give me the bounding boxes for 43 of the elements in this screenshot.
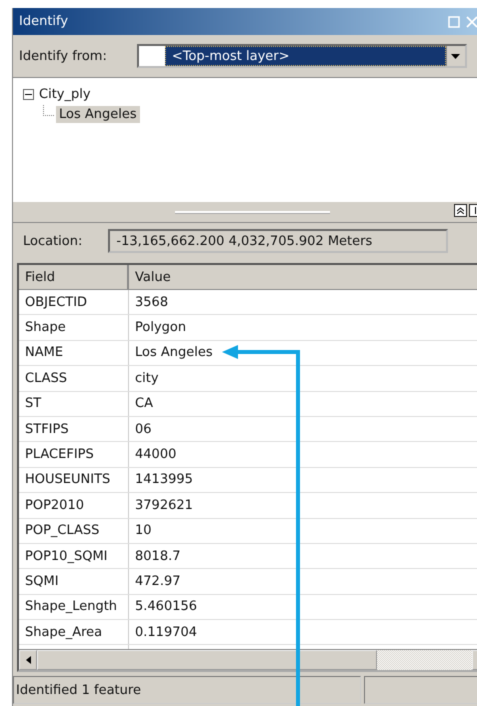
table-cell: 10 [129,518,477,543]
table-cell: Shape_Area [19,620,129,644]
table-cell: 44000 [129,442,477,467]
table-cell: city [129,366,477,391]
table-cell: 1413995 [129,468,477,492]
window-title: Identify [19,14,68,29]
table-cell: STFIPS [19,416,129,442]
status-text: Identified 1 feature [13,676,361,704]
collapse-up-icon[interactable] [454,204,467,217]
tree-connector [43,104,54,116]
column-header[interactable]: Field [19,265,129,289]
table-cell: CA [129,392,477,416]
table-cell: Polygon [129,315,477,340]
column-header[interactable]: Value [129,265,477,289]
table-cell: SQMI [19,569,129,594]
table-cell: POP2010 [19,493,129,518]
scroll-left-icon[interactable] [26,656,30,664]
location-label: Location: [23,234,82,248]
table-cell: OBJECTID [19,290,129,314]
horizontal-scrollbar[interactable] [19,649,477,670]
identify-from-label: Identify from: [19,48,107,64]
table-cell: PLACEFIPS [19,442,129,467]
table-cell: 3792621 [129,493,477,518]
location-field: -13,165,662.200 4,032,705.902 Meters [108,229,448,253]
table-cell: 472.97 [129,569,477,594]
table-cell: NAME [19,340,129,366]
table-cell: 5.460156 [129,594,477,620]
table-cell: Shape_Length [19,594,129,620]
layer-dropdown[interactable]: <Top-most layer> [136,44,467,68]
collapse-icon[interactable] [23,88,34,100]
dropdown-arrow-icon[interactable] [451,54,460,58]
tree-item[interactable]: City_ply [36,86,94,102]
table-cell: HOUSEUNITS [19,468,129,492]
table-cell: 3568 [129,290,477,314]
table-cell: 06 [129,416,477,442]
table-cell: 0.119704 [129,620,477,644]
table-cell: CLASS [19,366,129,391]
table-cell: POP_CLASS [19,518,129,543]
tree-item[interactable]: Los Angeles [56,106,140,122]
table-cell: 8018.7 [129,544,477,568]
table-cell: ST [19,392,129,416]
table-cell: POP10_SQMI [19,544,129,568]
table-cell: Shape [19,315,129,340]
